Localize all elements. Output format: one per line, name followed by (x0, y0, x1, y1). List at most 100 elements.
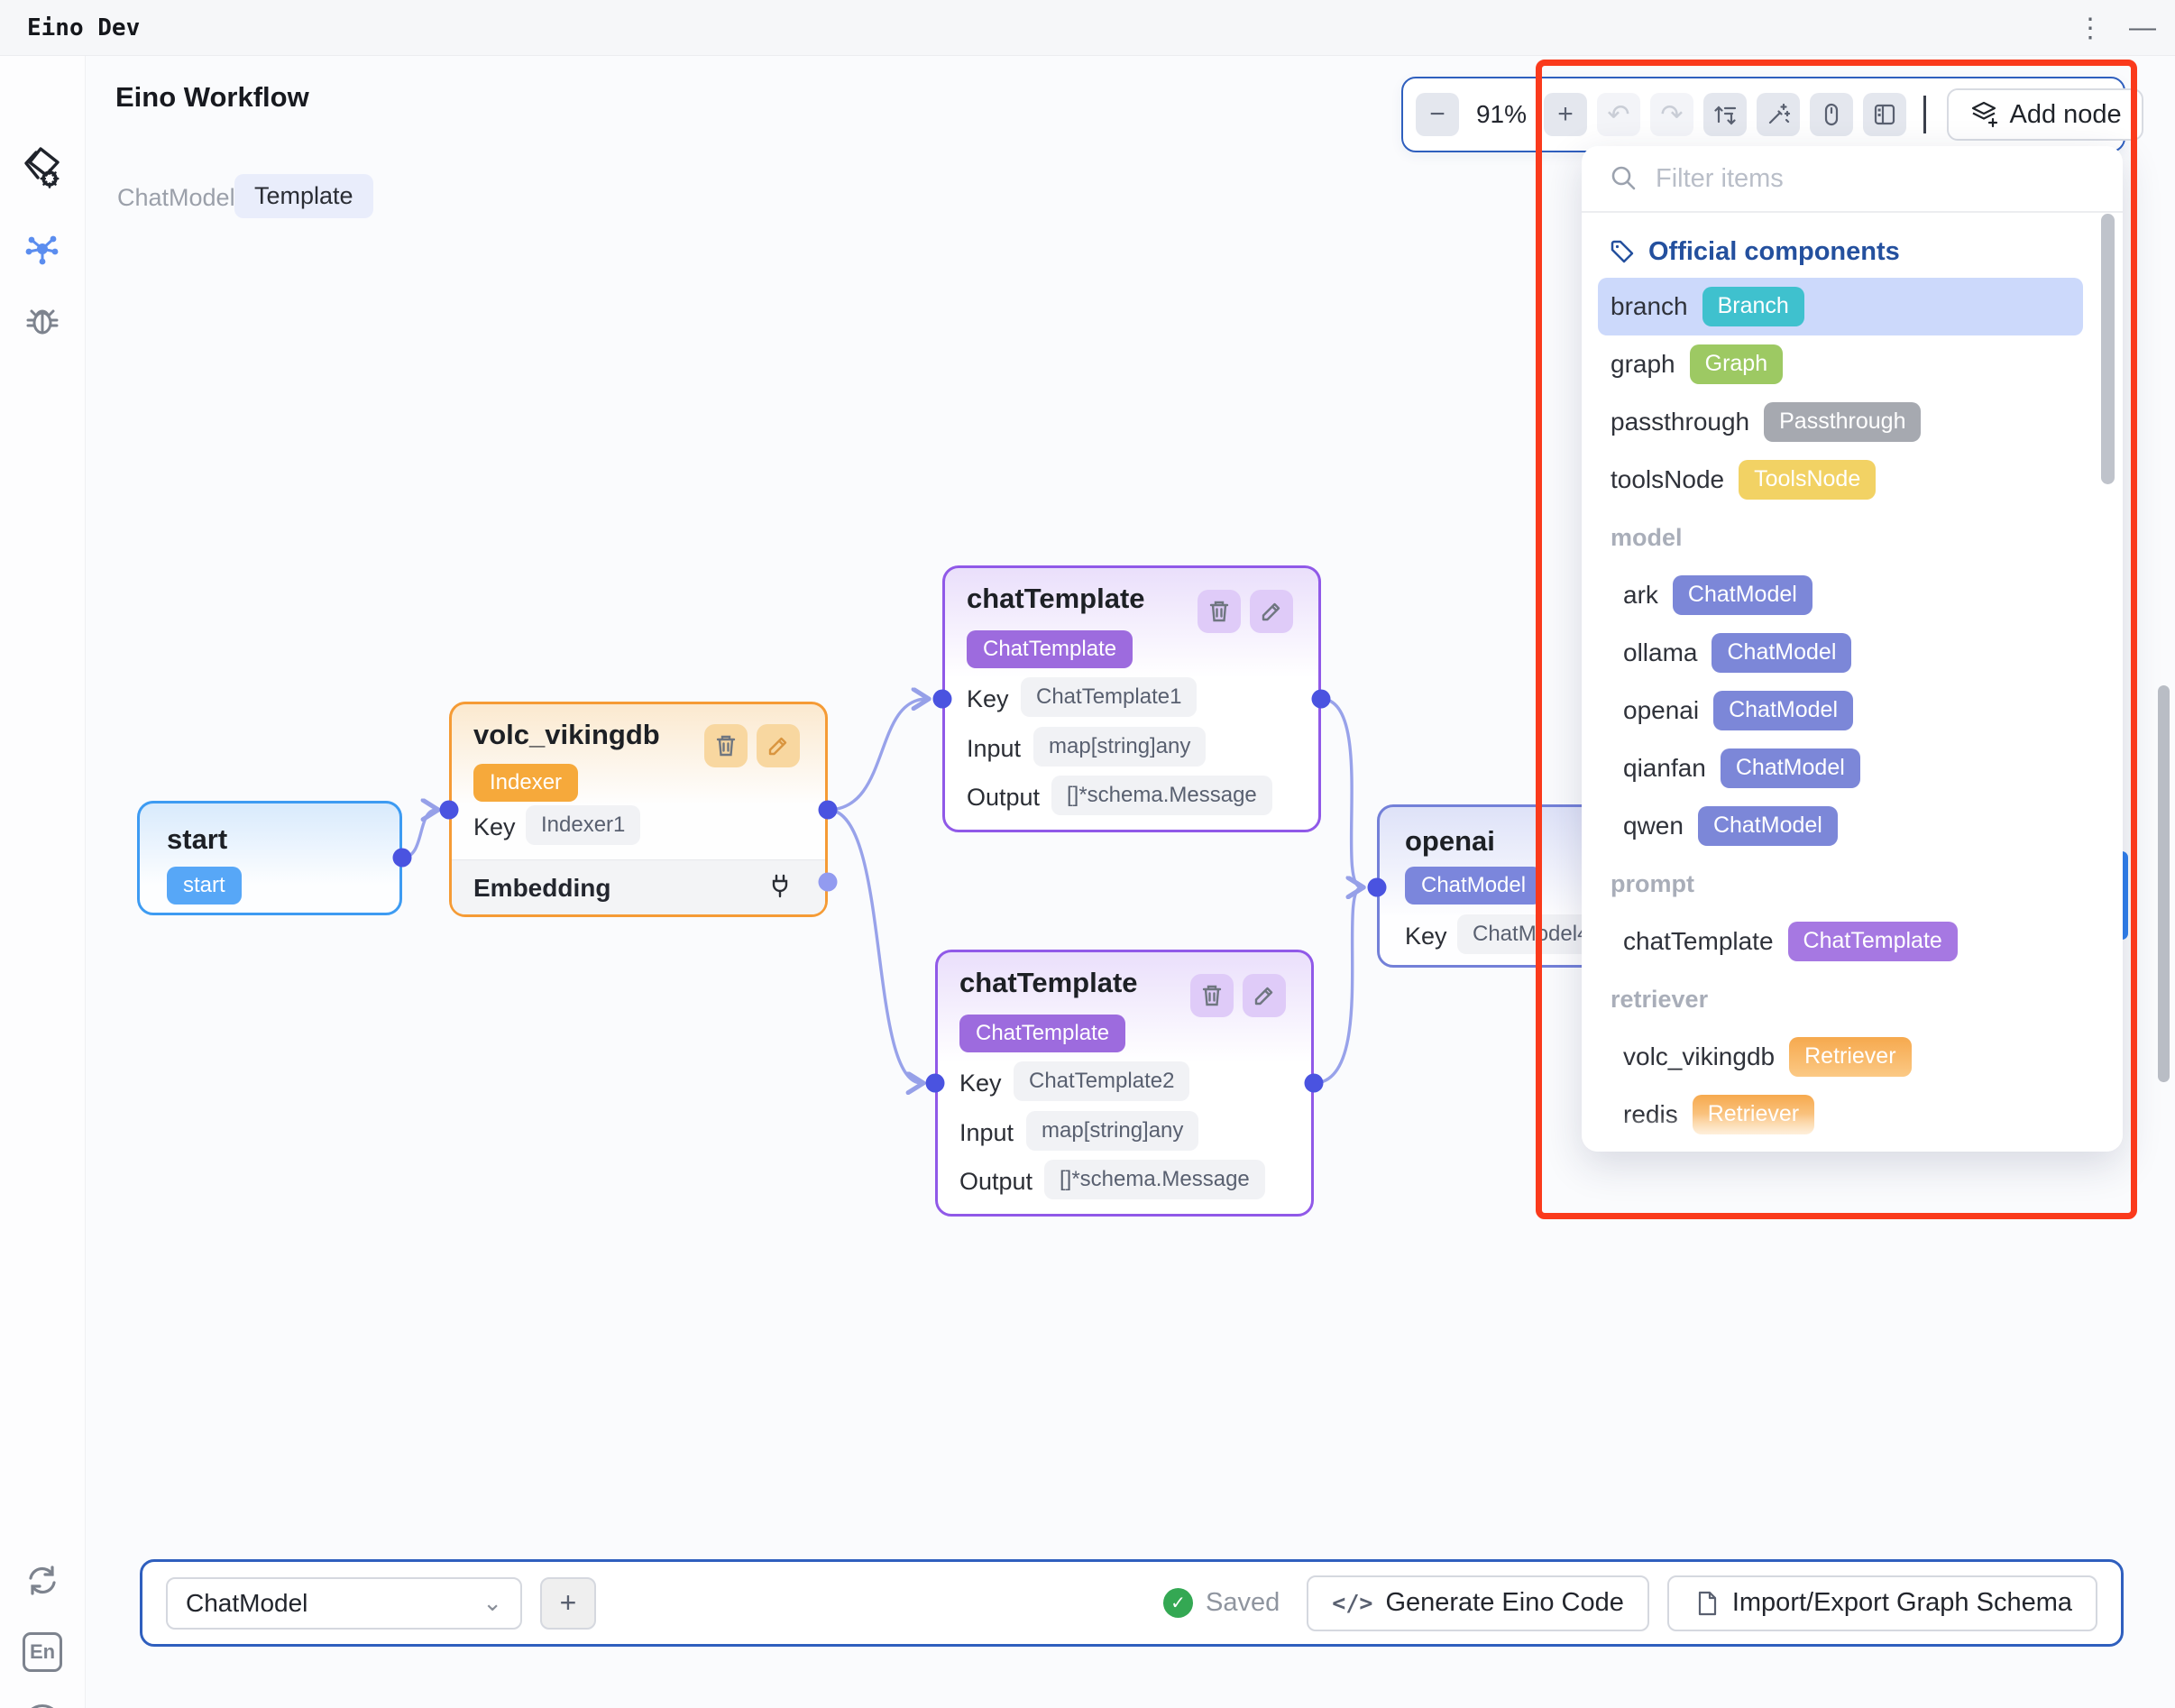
component-item-openai[interactable]: openaiChatModel (1582, 682, 2123, 739)
component-item-redis[interactable]: redisRetriever (1582, 1086, 2123, 1143)
key-label: Key (1405, 923, 1447, 950)
help-label: ? (23, 1704, 61, 1708)
component-type-badge: ChatModel (1721, 748, 1860, 787)
component-item-qianfan[interactable]: qianfanChatModel (1582, 739, 2123, 797)
magic-wand-icon[interactable] (1757, 93, 1800, 136)
redo-icon[interactable]: ↷ (1650, 93, 1693, 136)
port-openai-input[interactable] (1368, 878, 1387, 897)
component-item-branch[interactable]: branchBranch (1598, 278, 2083, 335)
node-chattemplate-2[interactable]: chatTemplate ChatTemplate Key ChatTempla… (935, 950, 1314, 1217)
component-item-volc_vikingdb[interactable]: volc_vikingdbRetriever (1582, 1028, 2123, 1086)
embedding-label: Embedding (473, 874, 610, 903)
component-item-ark[interactable]: ark ChatModel (1582, 566, 2123, 624)
delete-node-button[interactable] (1190, 974, 1234, 1017)
generate-code-label: Generate Eino Code (1385, 1588, 1623, 1618)
component-type-badge: ChatModel (1698, 806, 1838, 845)
zoom-level: 91% (1469, 100, 1534, 129)
window-minimize-icon[interactable]: — (2117, 0, 2168, 56)
generate-code-button[interactable]: </> Generate Eino Code (1307, 1575, 1649, 1631)
tab-chatmodel[interactable]: ChatModel (117, 184, 235, 212)
port-volc-output[interactable] (819, 801, 838, 820)
document-icon (1693, 1590, 1720, 1617)
node-type-select-value: ChatModel (186, 1589, 307, 1618)
page-title: Eino Workflow (115, 81, 309, 114)
delete-node-button[interactable] (1198, 590, 1241, 633)
component-item-graph[interactable]: graph Graph (1582, 335, 2123, 393)
embedding-section[interactable]: Embedding (452, 859, 825, 914)
import-export-label: Import/Export Graph Schema (1732, 1588, 2072, 1618)
port-start-output[interactable] (393, 849, 412, 868)
input-value-chip: map[string]any (1026, 1111, 1198, 1151)
layout-panels-icon[interactable] (1863, 93, 1906, 136)
edit-node-button[interactable] (757, 724, 800, 767)
node-title: chatTemplate (959, 967, 1138, 999)
component-item-label: branch (1611, 292, 1688, 321)
component-type-badge: Graph (1690, 344, 1783, 383)
window-menu-icon[interactable]: ⋮ (2065, 0, 2115, 56)
search-icon (1609, 163, 1639, 194)
delete-node-button[interactable] (704, 724, 748, 767)
auto-layout-icon[interactable] (1703, 93, 1747, 136)
component-type-badge: ChatModel (1673, 575, 1812, 614)
check-circle-icon: ✓ (1163, 1588, 1193, 1618)
layers-plus-icon (1969, 99, 1999, 130)
undo-icon[interactable]: ↶ (1597, 93, 1640, 136)
component-item-passthrough[interactable]: passthroughPassthrough (1582, 393, 2123, 451)
bottom-action-bar: ChatModel ⌄ + ✓ Saved </> Generate Eino … (140, 1559, 2124, 1647)
panel-scrollbar[interactable] (2101, 214, 2115, 484)
eino-logo-icon (19, 144, 66, 191)
component-item-label: ark (1623, 581, 1658, 610)
node-volc-vikingdb[interactable]: volc_vikingdb Indexer Key Indexer1 Embed… (449, 702, 828, 917)
edge-template1-to-openai[interactable] (1321, 699, 1362, 887)
key-value-chip: ChatTemplate2 (1014, 1061, 1189, 1101)
node-type-select[interactable]: ChatModel ⌄ (166, 1577, 522, 1630)
tab-template[interactable]: Template (234, 174, 373, 218)
edge-template2-to-openai[interactable] (1314, 887, 1362, 1083)
component-item-chatTemplate[interactable]: chatTemplate ChatTemplate (1582, 913, 2123, 970)
save-status: ✓ Saved (1163, 1588, 1280, 1618)
node-start[interactable]: start start (137, 801, 402, 915)
plug-icon (766, 872, 794, 901)
node-chattemplate-1[interactable]: chatTemplate ChatTemplate Key ChatTempla… (942, 565, 1321, 832)
edit-node-button[interactable] (1250, 590, 1293, 633)
filter-input[interactable] (1656, 164, 2034, 194)
workflow-nav-icon[interactable] (19, 227, 66, 274)
input-label: Input (959, 1119, 1014, 1147)
port-volc-input[interactable] (440, 801, 459, 820)
component-item-toolsNode[interactable]: toolsNodeToolsNode (1582, 451, 2123, 509)
edge-indexer-to-template1[interactable] (828, 699, 927, 810)
add-node-button[interactable]: Add node (1947, 88, 2143, 141)
mouse-mode-icon[interactable] (1810, 93, 1853, 136)
output-label: Output (967, 784, 1040, 812)
zoom-in-button[interactable]: + (1544, 93, 1587, 136)
component-item-label: qwen (1623, 812, 1684, 840)
edge-indexer-to-template2[interactable] (828, 810, 922, 1083)
component-list: Official components branchBranchgraphGra… (1582, 213, 2123, 1143)
zoom-out-button[interactable]: − (1416, 93, 1459, 136)
component-item-ollama[interactable]: ollamaChatModel (1582, 624, 2123, 682)
edit-node-button[interactable] (1243, 974, 1286, 1017)
node-title: volc_vikingdb (473, 719, 660, 751)
refresh-icon[interactable] (21, 1560, 64, 1603)
component-type-badge: Passthrough (1764, 402, 1921, 441)
port-template1-input[interactable] (933, 690, 952, 709)
component-item-qwen[interactable]: qwen ChatModel (1582, 797, 2123, 855)
output-label: Output (959, 1168, 1032, 1196)
port-template2-output[interactable] (1305, 1074, 1324, 1093)
page-scrollbar[interactable] (2158, 685, 2170, 1082)
window-title: Eino Dev (27, 14, 140, 41)
component-item-label: openai (1623, 696, 1699, 725)
node-title: openai (1405, 825, 1495, 858)
port-template2-input[interactable] (926, 1074, 945, 1093)
node-type-badge: ChatTemplate (967, 630, 1133, 668)
help-icon[interactable]: ? (23, 1704, 61, 1708)
debug-bug-icon[interactable] (19, 298, 66, 344)
component-type-badge: ChatTemplate (1788, 922, 1958, 960)
component-item-label: chatTemplate (1623, 927, 1774, 956)
port-template1-output[interactable] (1312, 690, 1331, 709)
add-tab-button[interactable]: + (540, 1577, 596, 1630)
language-icon[interactable]: En (23, 1632, 62, 1672)
import-export-button[interactable]: Import/Export Graph Schema (1667, 1575, 2097, 1631)
port-volc-embedding[interactable] (819, 873, 838, 892)
component-item-label: graph (1611, 350, 1675, 379)
